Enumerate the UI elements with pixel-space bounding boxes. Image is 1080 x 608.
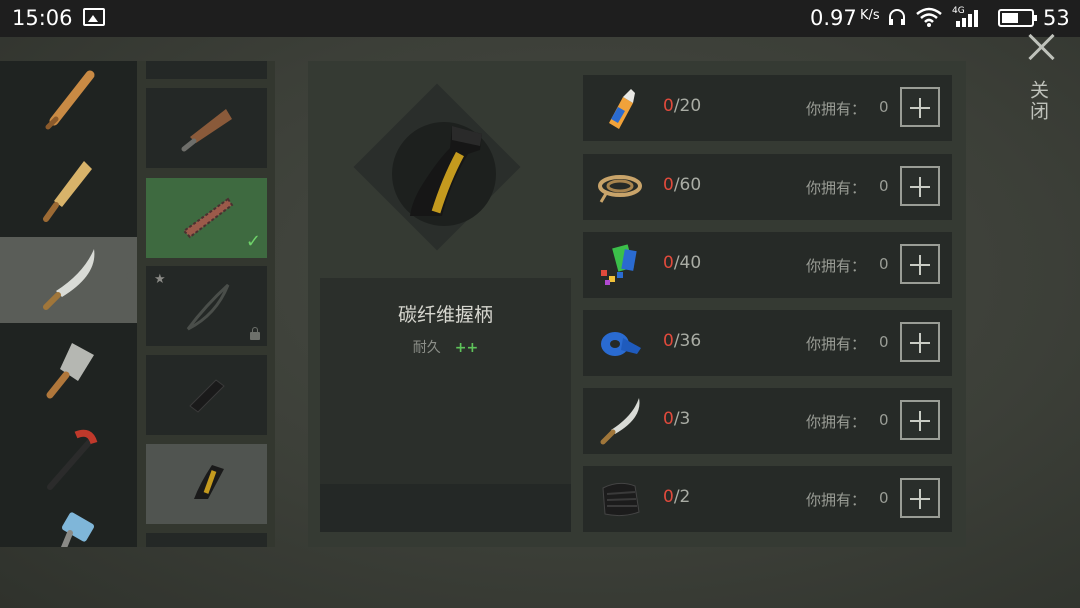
chainsaw-blade-part-icon xyxy=(181,197,233,239)
sledgehammer-icon xyxy=(60,512,94,547)
owned-label: 你拥有： xyxy=(806,413,867,431)
stat-label: 耐久 xyxy=(412,340,441,356)
owned-label: 你拥有： xyxy=(806,491,867,509)
wifi-icon xyxy=(916,7,942,27)
weapon-slot-sledgehammer[interactable] xyxy=(0,499,137,547)
weapon-slot-machete[interactable] xyxy=(0,237,137,323)
requirement-count: 0/3 xyxy=(663,409,691,429)
requirement-count: 0/20 xyxy=(663,96,702,116)
equipped-check-icon: ✓ xyxy=(245,231,261,252)
part-list: ✓ ★ xyxy=(137,61,275,547)
battery-level: 53 xyxy=(1043,6,1070,30)
requirement-row: 0/40 你拥有： 0 xyxy=(583,232,952,298)
add-rope-button[interactable] xyxy=(900,166,940,206)
network-speed-unit: K/s xyxy=(860,8,880,23)
baseball-bat-icon xyxy=(45,70,94,130)
part-slot-chainsaw-blade[interactable]: ✓ xyxy=(146,178,267,258)
requirement-count: 0/60 xyxy=(663,175,702,195)
tape-icon xyxy=(601,332,641,356)
owned-count: 0 xyxy=(879,177,889,195)
rusty-blade-part-icon xyxy=(181,109,232,152)
owned-count: 0 xyxy=(879,333,889,351)
carbon-fiber-grip-part-icon xyxy=(193,465,224,499)
lock-icon xyxy=(250,327,260,340)
crowbar-icon xyxy=(46,429,97,490)
cleaver-icon xyxy=(46,343,94,399)
shadow-blade-part-icon xyxy=(186,283,229,331)
requirement-count: 0/2 xyxy=(663,487,691,507)
requirement-row: 0/60 你拥有： 0 xyxy=(583,154,952,220)
owned-count: 0 xyxy=(879,411,889,429)
add-tape-button[interactable] xyxy=(900,322,940,362)
requirement-row: 0/3 你拥有： 0 xyxy=(583,388,952,454)
add-glue-button[interactable] xyxy=(900,87,940,127)
glue-icon xyxy=(609,89,635,129)
requirement-row: 0/2 你拥有： 0 xyxy=(583,466,952,532)
owned-count: 0 xyxy=(879,98,889,116)
part-slot-rusty-blade[interactable] xyxy=(146,88,267,168)
part-name: 碳纤维握柄 xyxy=(397,304,493,326)
machete-icon xyxy=(42,249,94,310)
battery-icon xyxy=(998,9,1037,27)
selected-part-icon xyxy=(410,126,482,216)
machete-icon xyxy=(600,398,640,445)
close-label[interactable]: 关闭 xyxy=(1027,80,1052,122)
part-slot-shadow-blade[interactable]: ★ xyxy=(146,266,267,346)
owned-label: 你拥有： xyxy=(806,335,867,353)
black-grip-part-icon xyxy=(188,379,225,413)
part-slot-partial[interactable] xyxy=(146,61,267,79)
requirement-row: 0/36 你拥有： 0 xyxy=(583,310,952,376)
gallery-icon xyxy=(83,8,105,26)
owned-count: 0 xyxy=(879,489,889,507)
part-slot-next[interactable] xyxy=(146,533,267,547)
rope-icon xyxy=(598,175,642,203)
weapon-slot-crowbar[interactable] xyxy=(0,417,137,503)
headset-icon xyxy=(889,9,905,25)
stat-value: ++ xyxy=(454,340,479,356)
signal-icon xyxy=(956,10,978,27)
close-icon[interactable] xyxy=(1026,32,1056,62)
network-speed: 0.97 xyxy=(810,6,857,30)
part-slot-black-grip[interactable] xyxy=(146,355,267,435)
requirement-count: 0/36 xyxy=(663,331,702,351)
plank-icon xyxy=(42,161,92,222)
part-slot-carbon-fiber-grip[interactable] xyxy=(146,444,267,524)
requirement-count: 0/40 xyxy=(663,253,702,273)
owned-label: 你拥有： xyxy=(806,257,867,275)
part-stat: 耐久 ++ xyxy=(320,337,571,357)
weapon-slot-plank[interactable] xyxy=(0,147,137,233)
plastic-scraps-icon xyxy=(601,244,637,285)
status-bar: 15:06 0.97 K/s 4G 53 xyxy=(0,0,1080,37)
add-carbon-fiber-button[interactable] xyxy=(900,478,940,518)
add-plastic-button[interactable] xyxy=(900,244,940,284)
weapon-list xyxy=(0,61,137,547)
weapon-slot-cleaver[interactable] xyxy=(0,327,137,413)
add-machete-button[interactable] xyxy=(900,400,940,440)
carbon-fiber-icon xyxy=(602,482,640,517)
requirement-row: 0/20 你拥有： 0 xyxy=(583,75,952,141)
clock: 15:06 xyxy=(12,6,73,30)
star-icon: ★ xyxy=(154,272,166,287)
owned-count: 0 xyxy=(879,255,889,273)
part-info-footer xyxy=(320,484,571,532)
owned-label: 你拥有： xyxy=(806,100,867,118)
weapon-slot-baseball-bat[interactable] xyxy=(0,61,137,143)
owned-label: 你拥有： xyxy=(806,179,867,197)
